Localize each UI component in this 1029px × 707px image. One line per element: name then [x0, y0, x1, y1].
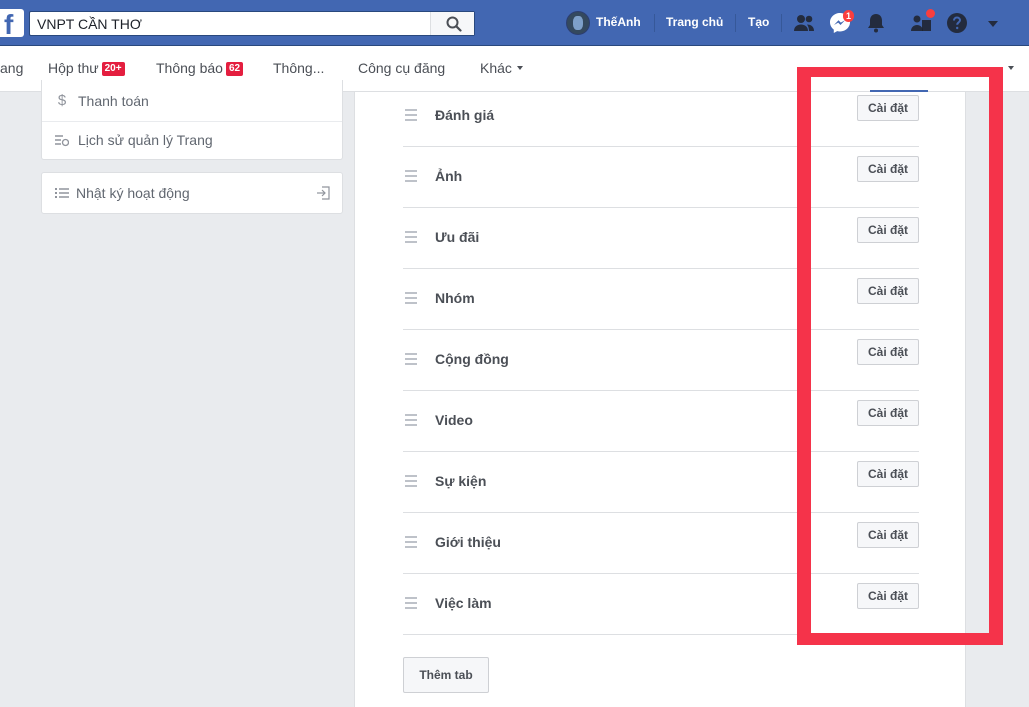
chevron-down-icon	[516, 66, 523, 70]
page-requests-icon[interactable]	[908, 9, 935, 36]
facebook-logo-icon[interactable]: f	[0, 9, 24, 40]
drag-handle-icon[interactable]	[405, 292, 417, 304]
tab-label: Công cụ đăng	[358, 60, 446, 76]
search-input[interactable]: VNPT CẦN THƠ	[37, 16, 142, 32]
sidebar-item-label: Nhật ký hoạt động	[76, 185, 190, 201]
list-icon	[54, 184, 70, 202]
red-highlight-box	[797, 67, 1003, 645]
tab-more[interactable]: Khác	[480, 60, 523, 76]
drag-handle-icon[interactable]	[405, 109, 417, 121]
tab-label: Thông...	[273, 60, 325, 76]
drag-handle-icon[interactable]	[405, 475, 417, 487]
inbox-badge: 20+	[101, 62, 125, 76]
drag-handle-icon[interactable]	[405, 597, 417, 609]
friend-requests-icon[interactable]	[791, 10, 817, 36]
nav-divider	[781, 14, 782, 32]
home-link[interactable]: Trang chủ	[666, 15, 723, 29]
sidebar-item-page-history[interactable]: Lịch sử quản lý Trang	[42, 121, 342, 161]
messenger-badge: 1	[843, 10, 855, 22]
create-link[interactable]: Tạo	[748, 15, 769, 29]
top-navigation-bar: f VNPT CẦN THƠ ThếAnh Trang chủ Tạo 1	[0, 0, 1029, 46]
tab-label: ang	[0, 60, 24, 76]
sidebar-item-activity-log[interactable]: Nhật ký hoạt động	[42, 174, 342, 214]
tab-name: Video	[435, 412, 473, 428]
notification-dot	[926, 9, 935, 18]
activity-log-card[interactable]: Nhật ký hoạt động	[41, 172, 343, 214]
user-avatar[interactable]	[566, 11, 590, 35]
drag-handle-icon[interactable]	[405, 536, 417, 548]
drag-handle-icon[interactable]	[405, 231, 417, 243]
tab-name: Nhóm	[435, 290, 475, 306]
account-menu-chevron-down-icon[interactable]	[980, 10, 1006, 36]
search-box[interactable]: VNPT CẦN THƠ	[29, 11, 475, 36]
help-icon[interactable]	[944, 10, 970, 36]
profile-link[interactable]: ThếAnh	[596, 15, 641, 29]
tab-inbox[interactable]: Hộp thư 20+	[48, 60, 125, 76]
sidebar-item-label: Thanh toán	[78, 93, 149, 109]
tab-name: Đánh giá	[435, 107, 495, 123]
tab-name: Sự kiện	[435, 473, 487, 489]
tab-notifications[interactable]: Thông báo 62	[156, 60, 244, 76]
sidebar-settings-menu: $ Thanh toán Lịch sử quản lý Trang	[41, 80, 343, 160]
dollar-icon: $	[57, 92, 67, 109]
tab-label: Thông báo	[156, 60, 223, 76]
notifications-bell-icon[interactable]	[863, 10, 889, 36]
nav-divider	[735, 14, 736, 32]
messenger-icon[interactable]: 1	[827, 10, 855, 36]
sidebar-item-payments[interactable]: $ Thanh toán	[42, 82, 342, 122]
tab-name: Giới thiệu	[435, 534, 501, 550]
chevron-down-icon[interactable]	[1008, 66, 1014, 70]
tab-name: Việc làm	[435, 595, 492, 611]
tab-label: Khác	[480, 60, 512, 76]
add-tab-button[interactable]: Thêm tab	[403, 657, 489, 693]
nav-divider	[654, 14, 655, 32]
drag-handle-icon[interactable]	[405, 353, 417, 365]
tab-insights[interactable]: Thông...	[273, 60, 324, 76]
tab-name: Ưu đãi	[435, 229, 480, 245]
tab-label: Hộp thư	[48, 60, 99, 76]
sidebar-item-label: Lịch sử quản lý Trang	[78, 132, 213, 148]
tab-name: Cộng đồng	[435, 351, 509, 367]
open-arrow-icon	[316, 186, 330, 203]
tab-publishing-tools[interactable]: Công cụ đăng	[358, 60, 445, 76]
tab-name: Ảnh	[435, 168, 463, 184]
search-button[interactable]	[430, 12, 474, 35]
drag-handle-icon[interactable]	[405, 414, 417, 426]
tab-page[interactable]: ang	[0, 60, 23, 76]
history-icon	[54, 131, 70, 149]
search-icon	[446, 16, 462, 32]
drag-handle-icon[interactable]	[405, 170, 417, 182]
notifications-badge: 62	[225, 62, 244, 76]
